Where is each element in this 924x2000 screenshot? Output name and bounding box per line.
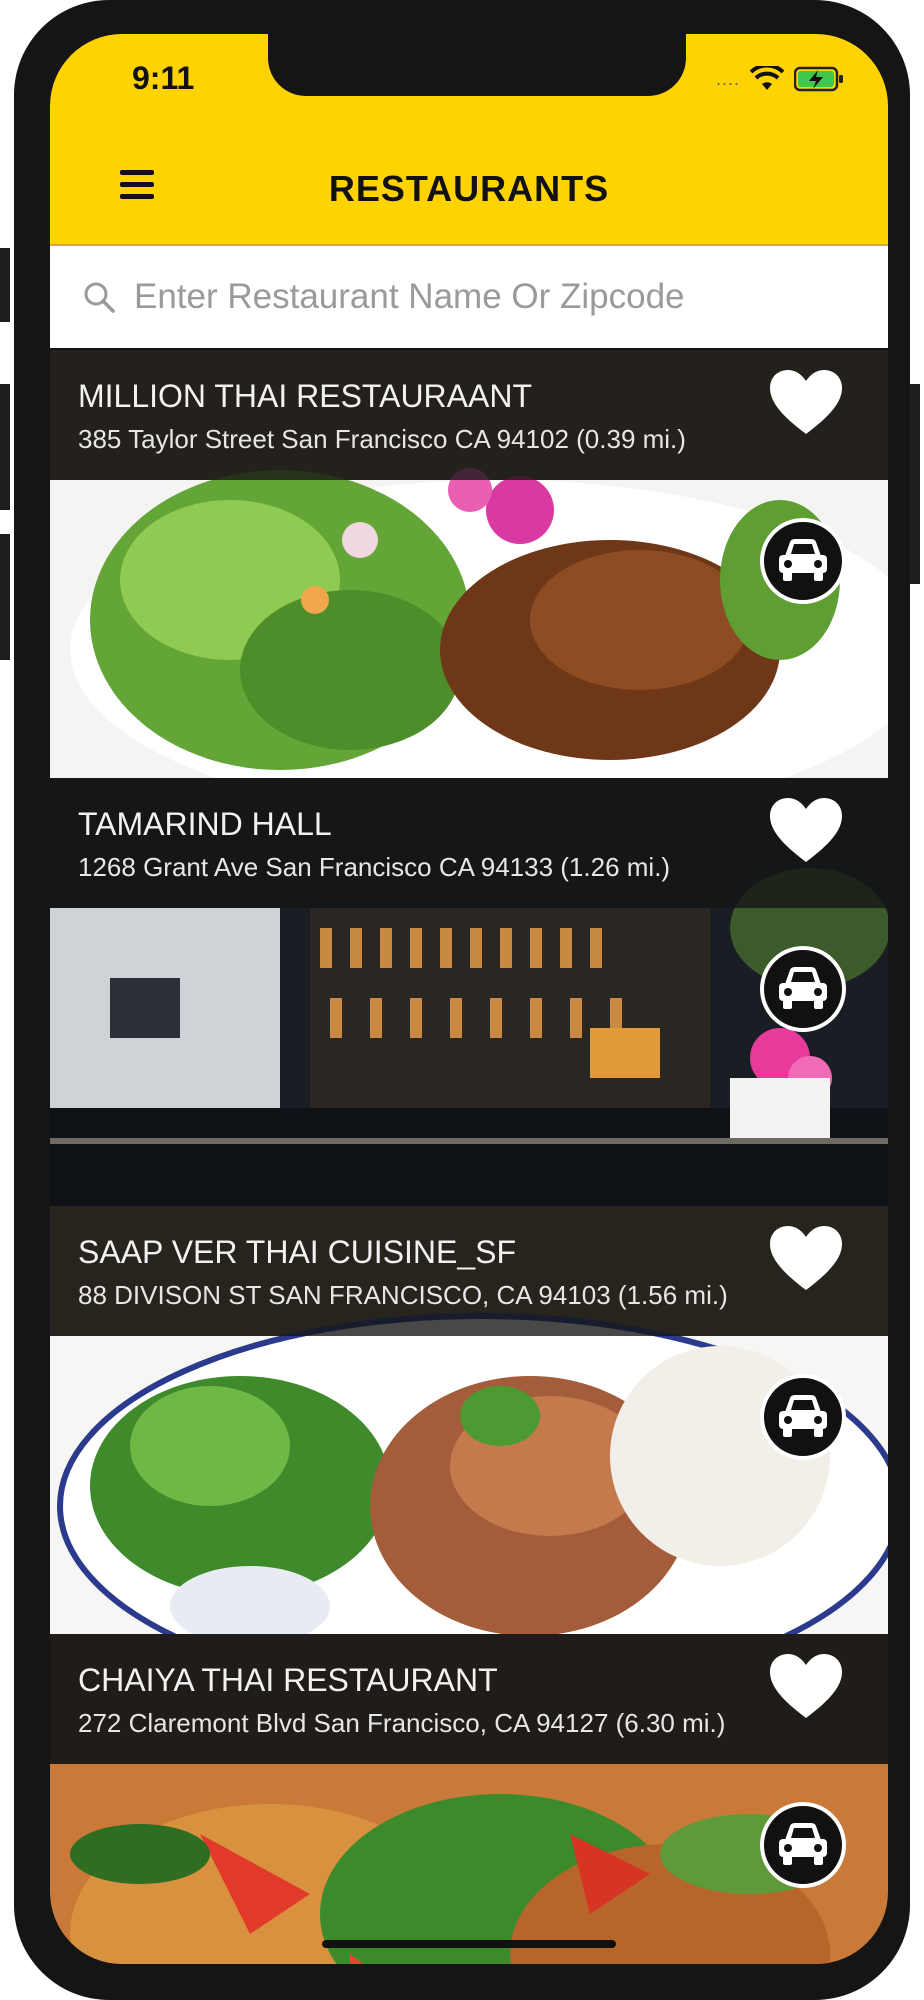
- restaurant-card[interactable]: CHAIYA THAI RESTAURANT 272 Claremont Blv…: [50, 1634, 888, 1964]
- heart-icon[interactable]: [768, 368, 844, 438]
- battery-charging-icon: [794, 66, 843, 92]
- heart-icon[interactable]: [768, 1224, 844, 1294]
- restaurant-address: 385 Taylor Street San Francisco CA 94102…: [78, 424, 686, 454]
- directions-button[interactable]: [760, 518, 846, 604]
- restaurant-card[interactable]: MILLION THAI RESTAURAANT 385 Taylor Stre…: [50, 350, 888, 778]
- restaurant-card[interactable]: SAAP VER THAI CUISINE_SF 88 DIVISON ST S…: [50, 1206, 888, 1634]
- car-icon: [779, 1395, 827, 1437]
- restaurant-info-band: [50, 350, 888, 480]
- status-icons: ....: [716, 66, 844, 92]
- restaurant-info-band: [50, 1634, 888, 1764]
- search-input[interactable]: [132, 270, 836, 324]
- restaurant-card[interactable]: TAMARIND HALL 1268 Grant Ave San Francis…: [50, 778, 888, 1206]
- directions-button[interactable]: [760, 946, 846, 1032]
- search-bar: [50, 246, 888, 348]
- restaurant-name: CHAIYA THAI RESTAURANT: [78, 1662, 498, 1698]
- restaurant-list: MILLION THAI RESTAURAANT 385 Taylor Stre…: [50, 350, 888, 1964]
- volume-up-button: [0, 384, 10, 510]
- signal-dots: ....: [715, 68, 740, 89]
- heart-icon[interactable]: [768, 1652, 844, 1722]
- restaurant-name: MILLION THAI RESTAURAANT: [78, 378, 532, 414]
- wifi-icon: [750, 66, 784, 90]
- restaurant-name: SAAP VER THAI CUISINE_SF: [78, 1234, 517, 1270]
- car-icon: [779, 1823, 827, 1865]
- restaurant-address: 1268 Grant Ave San Francisco CA 94133 (1…: [78, 852, 671, 882]
- restaurant-info-band: [50, 778, 888, 908]
- heart-icon[interactable]: [768, 796, 844, 866]
- car-icon: [779, 539, 827, 581]
- app-screen: 9:11 .... RESTAURANTS Enter Restaurant N…: [50, 34, 888, 1964]
- silent-switch: [0, 248, 10, 322]
- directions-button[interactable]: [760, 1374, 846, 1460]
- search-icon: [84, 282, 115, 313]
- power-button: [910, 384, 920, 584]
- car-icon: [779, 967, 827, 1009]
- restaurant-info-band: [50, 1206, 888, 1336]
- notch: [268, 34, 686, 96]
- home-indicator[interactable]: [322, 1940, 616, 1948]
- status-time: 9:11: [132, 60, 195, 96]
- volume-down-button: [0, 534, 10, 660]
- restaurant-address: 272 Claremont Blvd San Francisco, CA 941…: [78, 1708, 726, 1738]
- restaurant-name: TAMARIND HALL: [78, 806, 332, 842]
- page-title: RESTAURANTS: [328, 168, 610, 209]
- restaurant-address: 88 DIVISON ST SAN FRANCISCO, CA 94103 (1…: [78, 1280, 728, 1310]
- directions-button[interactable]: [760, 1802, 846, 1888]
- phone-frame: 9:11 .... RESTAURANTS Enter Restaurant N…: [0, 0, 920, 2000]
